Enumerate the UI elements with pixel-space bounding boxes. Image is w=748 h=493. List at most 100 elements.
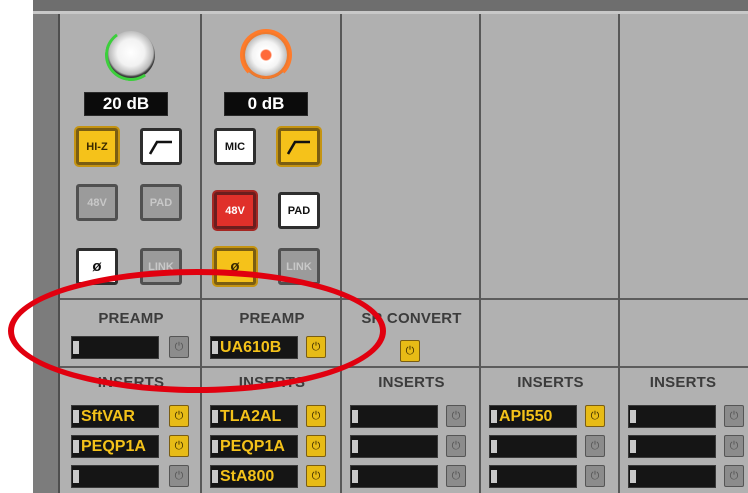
inserts-label: INSERTS (238, 374, 306, 391)
insert-slot-1[interactable] (350, 405, 438, 428)
insert-slot-3[interactable] (350, 465, 438, 488)
divider (620, 298, 748, 300)
filter-icon (148, 140, 172, 155)
gain-knob[interactable] (240, 29, 292, 81)
insert-slot-2[interactable] (628, 435, 716, 458)
insert-slot-3[interactable] (71, 465, 159, 488)
insert-slot-1[interactable]: API550 (489, 405, 577, 428)
inserts-label: INSERTS (517, 374, 584, 391)
insert-power-button-2[interactable]: ⏻ (169, 435, 189, 457)
low-cut-button[interactable] (278, 128, 320, 165)
power-icon: ⏻ (174, 439, 184, 452)
mic-button[interactable]: MIC (214, 128, 256, 165)
inserts-label: INSERTS (649, 374, 717, 391)
link-button[interactable]: LINK (278, 248, 320, 285)
power-icon: ⏻ (174, 340, 184, 353)
power-icon: ⏻ (311, 409, 321, 422)
power-icon: ⏻ (405, 344, 415, 357)
insert-power-button-2[interactable]: ⏻ (306, 435, 326, 457)
phantom-48v-button[interactable]: 48V (76, 184, 118, 221)
power-icon: ⏻ (729, 409, 739, 422)
empty-preamp-area (342, 14, 479, 298)
link-label: LINK (148, 260, 174, 273)
divider (202, 366, 340, 368)
insert-power-button-1[interactable]: ⏻ (446, 405, 466, 427)
power-icon: ⏻ (311, 340, 321, 353)
gain-knob[interactable] (100, 24, 162, 86)
power-icon: ⏻ (590, 469, 600, 482)
insert-name: SftVAR (81, 408, 135, 425)
insert-power-button-2[interactable]: ⏻ (585, 435, 605, 457)
insert-power-button-1[interactable]: ⏻ (585, 405, 605, 427)
power-icon: ⏻ (311, 469, 321, 482)
inserts-label: INSERTS (97, 374, 165, 391)
pad-button[interactable]: PAD (140, 184, 182, 221)
insert-power-button-2[interactable]: ⏻ (724, 435, 744, 457)
preamp-slot[interactable]: UA610B (210, 336, 298, 359)
insert-slot-2[interactable] (489, 435, 577, 458)
power-icon: ⏻ (451, 409, 461, 422)
channel-strip-3: SR CONVERT ⏻ INSERTS ⏻ ⏻ ⏻ (342, 14, 481, 493)
insert-slot-1[interactable] (628, 405, 716, 428)
sr-convert-power-button[interactable]: ⏻ (400, 340, 420, 362)
channel-strip-4: INSERTS API550 ⏻ ⏻ ⏻ (481, 14, 620, 493)
48v-label: 48V (87, 196, 107, 209)
insert-power-button-1[interactable]: ⏻ (306, 405, 326, 427)
insert-slot-2[interactable]: PEQP1A (71, 435, 159, 458)
left-edge (33, 14, 60, 493)
insert-power-button-3[interactable]: ⏻ (446, 465, 466, 487)
insert-name: PEQP1A (81, 438, 146, 455)
power-icon: ⏻ (729, 469, 739, 482)
insert-slot-3[interactable]: StA800 (210, 465, 298, 488)
insert-power-button-1[interactable]: ⏻ (169, 405, 189, 427)
insert-power-button-1[interactable]: ⏻ (724, 405, 744, 427)
48v-label: 48V (225, 204, 245, 217)
insert-slot-3[interactable] (628, 465, 716, 488)
divider (481, 366, 618, 368)
preamp-power-button[interactable]: ⏻ (169, 336, 189, 358)
insert-slot-1[interactable]: TLA2AL (210, 405, 298, 428)
preamp-slot[interactable] (71, 336, 159, 359)
divider (481, 298, 618, 300)
power-icon: ⏻ (311, 439, 321, 452)
insert-slot-2[interactable] (350, 435, 438, 458)
preamp-name: UA610B (220, 339, 282, 356)
polarity-button[interactable]: ø (76, 248, 118, 285)
insert-slot-2[interactable]: PEQP1A (210, 435, 298, 458)
polarity-icon: ø (92, 258, 102, 275)
inserts-label: INSERTS (378, 374, 445, 391)
top-bar (33, 0, 748, 14)
insert-name: PEQP1A (220, 438, 285, 455)
preamp-power-button[interactable]: ⏻ (306, 336, 326, 358)
divider (60, 366, 200, 368)
pad-button[interactable]: PAD (278, 192, 320, 229)
polarity-button[interactable]: ø (214, 248, 256, 285)
low-cut-button[interactable] (140, 128, 182, 165)
insert-power-button-3[interactable]: ⏻ (306, 465, 326, 487)
power-icon: ⏻ (590, 409, 600, 422)
mic-label: MIC (224, 140, 246, 153)
insert-power-button-2[interactable]: ⏻ (446, 435, 466, 457)
power-icon: ⏻ (174, 469, 184, 482)
empty-preamp-area (620, 14, 748, 298)
divider (202, 298, 340, 300)
divider (60, 298, 200, 300)
divider (620, 366, 748, 368)
polarity-icon: ø (230, 258, 240, 275)
power-icon: ⏻ (590, 439, 600, 452)
hiz-button[interactable]: HI-Z (76, 128, 118, 165)
power-icon: ⏻ (451, 469, 461, 482)
gain-display: 20 dB (84, 92, 168, 116)
insert-power-button-3[interactable]: ⏻ (585, 465, 605, 487)
phantom-48v-button[interactable]: 48V (214, 192, 256, 229)
insert-slot-3[interactable] (489, 465, 577, 488)
insert-power-button-3[interactable]: ⏻ (724, 465, 744, 487)
insert-power-button-3[interactable]: ⏻ (169, 465, 189, 487)
channel-strip-1: 20 dB HI-Z 48V PAD ø LINK PREAMP ⏻ INSER… (60, 14, 202, 493)
power-icon: ⏻ (174, 409, 184, 422)
preamp-label: PREAMP (239, 310, 305, 327)
empty-preamp-area (481, 14, 618, 298)
link-button[interactable]: LINK (140, 248, 182, 285)
insert-slot-1[interactable]: SftVAR (71, 405, 159, 428)
sr-convert-label: SR CONVERT (361, 310, 462, 327)
